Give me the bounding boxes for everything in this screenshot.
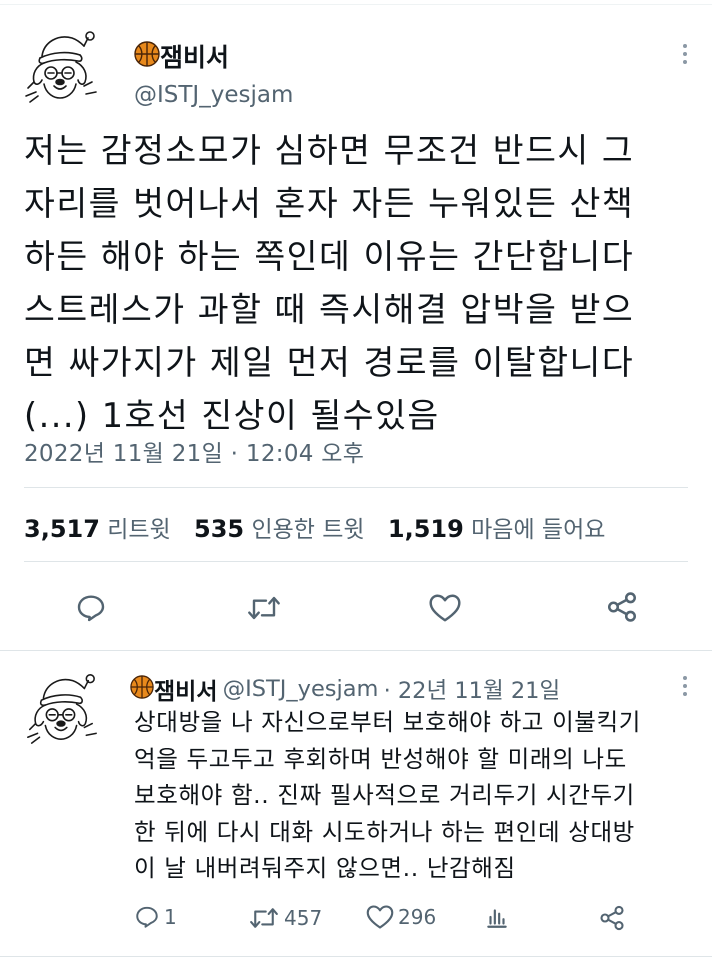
basketball-emoji-icon (130, 675, 154, 703)
likes-stat[interactable]: 1,519 마음에 들어요 (387, 515, 606, 543)
reply-icon (77, 595, 105, 622)
retweet-count: 457 (284, 906, 323, 930)
reply-text-line: 한 뒤에 다시 대화 시도하거나 하는 편인데 상대방 (134, 817, 635, 846)
share-icon (600, 905, 624, 931)
share-button[interactable] (605, 590, 639, 628)
reply-author-display-name[interactable]: 잼비서 (154, 679, 217, 705)
basketball-emoji-icon (134, 41, 160, 71)
top-edge (0, 4, 712, 5)
reply-button[interactable] (75, 592, 107, 628)
reply-author-handle[interactable]: @ISTJ_yesjam (223, 676, 379, 702)
reply-action-bar: 1 457 296 (0, 904, 712, 938)
reply-text-line: 억을 두고두고 후회하며 반성해야 할 미래의 나도 (134, 744, 627, 773)
reply-retweet-button[interactable]: 457 (248, 904, 322, 932)
retweets-label: 리트윗 (107, 517, 171, 543)
reply-text: 상대방을 나 자신으로부터 보호해야 하고 이불킥기 억을 두고두고 후회하며 … (134, 704, 694, 887)
reply-author-avatar[interactable] (20, 667, 100, 747)
reply-like-button[interactable]: 296 (366, 904, 436, 930)
author-display-name[interactable]: 잼비서 (160, 43, 229, 72)
reply-icon (136, 906, 158, 928)
dog-santa-hat-avatar-icon (27, 674, 97, 744)
reply-count: 1 (164, 905, 177, 929)
author-handle[interactable]: @ISTJ_yesjam (134, 82, 293, 108)
retweet-icon (248, 596, 280, 620)
likes-label: 마음에 들어요 (471, 517, 606, 543)
quotes-stat[interactable]: 535 인용한 트윗 (194, 515, 365, 543)
retweet-icon (250, 908, 278, 928)
divider (0, 650, 712, 651)
engagement-stats: 3,517 리트윗 535 인용한 트윗 1,519 마음에 들어요 (24, 510, 605, 544)
retweet-button[interactable] (246, 592, 282, 628)
like-button[interactable] (428, 593, 462, 627)
reply-date[interactable]: · 22년 11월 21일 (384, 678, 561, 704)
share-icon (607, 592, 637, 622)
heart-icon (429, 594, 461, 622)
author-avatar[interactable] (18, 24, 100, 106)
reply-text-line: 보호해야 함.. 진짜 필사적으로 거리두기 시간두기 (134, 781, 635, 809)
reply-text-line: 이 날 내버려둬주지 않으면.. 난감해짐 (134, 854, 516, 882)
tweet-text-line: 자리를 벗어나서 혼자 자든 누워있든 산책 (24, 184, 635, 223)
retweets-stat[interactable]: 3,517 리트윗 (24, 515, 171, 543)
author-name-row[interactable]: 잼비서 (134, 38, 229, 74)
tweet-text-line: 면 싸가지가 제일 먼저 경로를 이탈합니다 (24, 343, 635, 382)
quotes-label: 인용한 트윗 (251, 517, 365, 543)
quotes-count: 535 (194, 515, 245, 543)
reply-reply-button[interactable]: 1 (134, 904, 177, 930)
analytics-button[interactable] (484, 904, 514, 930)
tweet-text-line: 스트레스가 과할 때 즉시해결 압박을 받으 (24, 290, 635, 329)
divider (0, 956, 712, 957)
tweet-timestamp[interactable]: 2022년 11월 21일 · 12:04 오후 (24, 434, 364, 468)
dog-santa-hat-avatar-icon (25, 31, 97, 103)
reply-header: 잼비서 @ISTJ_yesjam · 22년 11월 21일 (130, 672, 560, 706)
heart-icon (366, 905, 394, 929)
retweets-count: 3,517 (24, 515, 100, 543)
analytics-icon (487, 909, 507, 928)
divider (24, 561, 688, 562)
more-vertical-icon[interactable] (682, 44, 688, 68)
tweet-text-line: 저는 감정소모가 심하면 무조건 반드시 그 (24, 131, 635, 170)
like-count: 296 (398, 905, 437, 929)
tweet-text-line: 하든 해야 하는 쪽인데 이유는 간단합니다 (24, 237, 635, 276)
more-vertical-icon[interactable] (682, 676, 688, 700)
likes-count: 1,519 (387, 515, 464, 543)
reply-share-button[interactable] (598, 904, 630, 932)
reply-text-line: 상대방을 나 자신으로부터 보호해야 하고 이불킥기 (134, 708, 641, 736)
tweet-text: 저는 감정소모가 심하면 무조건 반드시 그 자리를 벗어나서 혼자 자든 누워… (24, 124, 694, 442)
divider (24, 487, 688, 488)
